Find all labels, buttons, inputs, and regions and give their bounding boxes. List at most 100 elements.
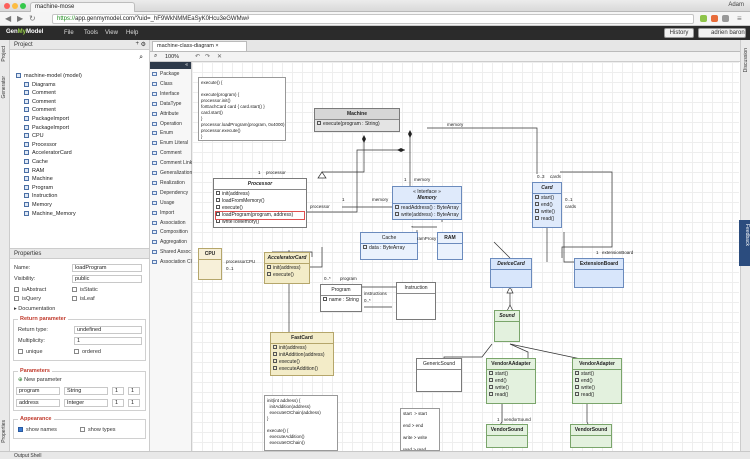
- menu-help[interactable]: Help: [126, 30, 138, 36]
- palette-item[interactable]: Composition: [152, 229, 188, 237]
- show-names-checkbox[interactable]: [18, 427, 23, 432]
- operation[interactable]: executeAddition(): [273, 366, 331, 373]
- palette-item[interactable]: Aggregation: [152, 239, 187, 247]
- operation[interactable]: start(): [535, 195, 559, 202]
- interface-memory[interactable]: « Interface » Memory readAddress() : Byte…: [392, 186, 462, 220]
- operation[interactable]: read(): [575, 392, 619, 399]
- palette-item[interactable]: Enum Literal: [152, 140, 188, 148]
- url-field[interactable]: https://app.genmymodel.com/?uid=_hF9WkNM…: [52, 14, 694, 24]
- tree-item[interactable]: PackageImport: [24, 116, 69, 122]
- tree-item[interactable]: PackageImport: [24, 124, 69, 131]
- close-window-icon[interactable]: [4, 3, 10, 9]
- tree-item[interactable]: Instruction: [24, 193, 57, 199]
- operation[interactable]: read(): [489, 392, 533, 399]
- palette-item[interactable]: Attribute: [152, 111, 179, 119]
- multiplicity-field[interactable]: 1: [74, 337, 142, 345]
- operation[interactable]: start(): [489, 371, 533, 378]
- class-program[interactable]: Program name : String: [320, 284, 362, 312]
- palette-item[interactable]: Operation: [152, 121, 182, 129]
- undo-icon[interactable]: ↶: [195, 53, 200, 60]
- class-vendorsound[interactable]: VendorSound: [570, 424, 612, 448]
- ordered-checkbox[interactable]: [74, 349, 79, 354]
- class-cpu[interactable]: CPU: [198, 248, 222, 280]
- class-genericsound[interactable]: GenericSound: [416, 358, 462, 392]
- palette-item[interactable]: Interface: [152, 91, 179, 99]
- param-name-field[interactable]: address: [16, 399, 60, 407]
- operation[interactable]: loadFromMemory(): [216, 198, 304, 205]
- delete-icon[interactable]: ✕: [217, 53, 222, 60]
- isleaf-checkbox[interactable]: [72, 296, 77, 301]
- class-machine[interactable]: Machine execute(program : String): [314, 108, 400, 132]
- tree-item[interactable]: Program: [24, 184, 53, 191]
- maximize-window-icon[interactable]: [20, 3, 26, 9]
- diagram-note[interactable]: start > start end > end write > write re…: [400, 408, 440, 451]
- browser-menu-icon[interactable]: ≡: [737, 15, 742, 23]
- operation[interactable]: read(): [535, 216, 559, 223]
- param-type-select[interactable]: Integer: [64, 399, 108, 407]
- palette-collapse-button[interactable]: «: [150, 62, 191, 69]
- zoom-icon[interactable]: ⌕: [154, 53, 157, 60]
- operation[interactable]: readAddress() : ByteArray: [395, 205, 459, 212]
- class-ram[interactable]: RAM: [437, 232, 463, 260]
- menu-file[interactable]: File: [64, 30, 74, 36]
- operation[interactable]: end(): [535, 202, 559, 209]
- redo-icon[interactable]: ↷: [205, 53, 210, 60]
- operation[interactable]: execute(): [267, 272, 307, 279]
- tree-item[interactable]: Comment: [24, 98, 56, 105]
- operation[interactable]: write(address) : ByteArray: [395, 212, 459, 219]
- attribute[interactable]: data : ByteArray: [361, 244, 417, 252]
- side-tab-properties[interactable]: Properties: [1, 420, 7, 443]
- documentation-toggle[interactable]: ▸ Documentation: [14, 306, 55, 312]
- palette-item[interactable]: Shared Assoc: [152, 249, 191, 257]
- tree-item[interactable]: machine-model (model): [16, 73, 82, 79]
- history-button[interactable]: History: [664, 28, 694, 38]
- browser-tab[interactable]: machine-mose: [30, 2, 135, 12]
- param-lower-field[interactable]: 1: [112, 387, 124, 395]
- palette-item[interactable]: Comment: [152, 150, 182, 158]
- tree-item[interactable]: Processor: [24, 141, 57, 148]
- side-tab-project[interactable]: Project: [1, 46, 7, 62]
- palette-item[interactable]: Class: [152, 81, 173, 89]
- class-card[interactable]: Card start() end() write() read(): [532, 182, 562, 228]
- class-extensionboard[interactable]: ExtensionBoard: [574, 258, 624, 288]
- operation[interactable]: init(address): [273, 345, 331, 352]
- palette-item[interactable]: Generalization: [152, 170, 192, 178]
- operation[interactable]: execute(): [273, 359, 331, 366]
- palette-item[interactable]: Package: [152, 71, 179, 79]
- diagram-tab[interactable]: machine-class-diagram ×: [152, 41, 247, 51]
- palette-item[interactable]: Dependency: [152, 190, 188, 198]
- new-parameter-button[interactable]: ⊕ New parameter: [18, 377, 62, 383]
- class-cache[interactable]: Cache data : ByteArray: [360, 232, 418, 260]
- name-field[interactable]: loadProgram: [72, 264, 142, 272]
- operation[interactable]: write(): [489, 385, 533, 392]
- tree-item[interactable]: Diagrams: [24, 81, 56, 88]
- attribute[interactable]: name : String: [321, 296, 361, 304]
- operation[interactable]: write(): [575, 385, 619, 392]
- output-shell-tab[interactable]: Output Shell: [14, 453, 42, 459]
- diagram-note[interactable]: init(int address) { initAddition(address…: [264, 395, 338, 451]
- menu-tools[interactable]: Tools: [84, 30, 98, 36]
- class-vendoraadapter[interactable]: VendorAAdapter start() end() write() rea…: [486, 358, 536, 404]
- palette-item[interactable]: Enum: [152, 130, 173, 138]
- operation[interactable]: end(): [575, 378, 619, 385]
- tree-item[interactable]: CPU: [24, 133, 44, 139]
- class-vendoradapter[interactable]: VendorAdapter start() end() write() read…: [572, 358, 622, 404]
- class-sound[interactable]: Sound: [494, 310, 520, 342]
- class-devicecard[interactable]: DeviceCard: [490, 258, 532, 288]
- minimize-window-icon[interactable]: [12, 3, 18, 9]
- palette-item[interactable]: Realization: [152, 180, 185, 188]
- isabstract-checkbox[interactable]: [14, 287, 19, 292]
- palette-item[interactable]: Comment Link: [152, 160, 192, 168]
- operation[interactable]: execute(): [216, 205, 304, 212]
- feedback-tab[interactable]: Feedback: [739, 220, 750, 266]
- tree-item[interactable]: RAM: [24, 167, 44, 174]
- add-icon[interactable]: +: [135, 41, 139, 47]
- operation[interactable]: start(): [575, 371, 619, 378]
- operation[interactable]: end(): [489, 378, 533, 385]
- class-instruction[interactable]: Instruction: [396, 282, 436, 320]
- diagram-canvas[interactable]: execute() { execute(program) { processor…: [192, 62, 739, 451]
- tree-item[interactable]: Comment: [24, 107, 56, 113]
- operation[interactable]: init(address): [267, 265, 307, 272]
- extension-icon[interactable]: [722, 15, 729, 22]
- param-name-field[interactable]: program: [16, 387, 60, 395]
